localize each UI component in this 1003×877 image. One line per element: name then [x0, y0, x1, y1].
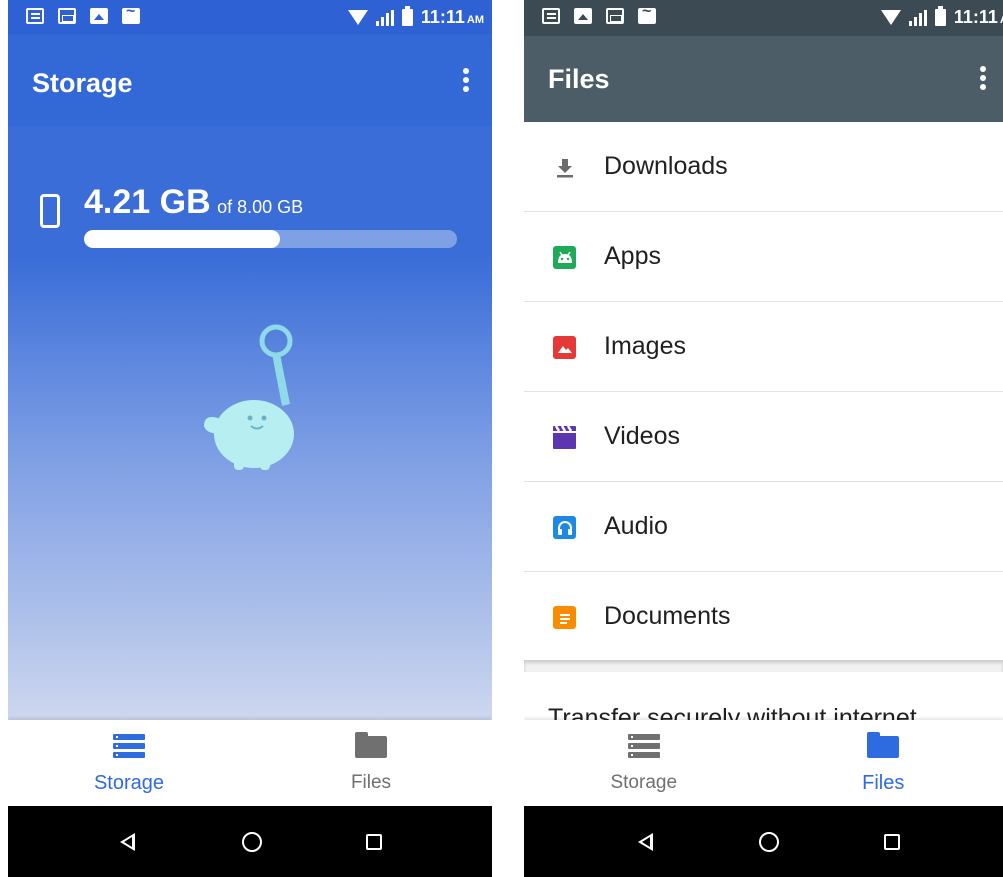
document-icon	[553, 606, 576, 629]
storage-summary: 4.21 GB of 8.00 GB	[8, 126, 492, 720]
system-navigation-bar	[524, 806, 1003, 877]
app-bar: Storage	[8, 34, 492, 126]
notification-icon	[26, 8, 44, 24]
home-icon[interactable]	[759, 832, 779, 852]
overflow-menu-icon[interactable]	[977, 66, 989, 94]
nav-storage-label: Storage	[93, 772, 165, 794]
storage-progress-fill	[84, 230, 281, 248]
phone-icon	[40, 194, 60, 228]
android-icon	[553, 246, 576, 269]
activity-icon	[122, 3, 140, 24]
folder-icon	[867, 732, 900, 758]
headphones-icon	[553, 516, 576, 539]
folder-icon	[355, 732, 387, 758]
bottom-navigation: Storage Files	[524, 720, 1003, 806]
nav-files[interactable]: Files	[764, 720, 1003, 806]
section-divider	[524, 660, 1003, 672]
image-icon	[553, 336, 576, 359]
status-bar: 11:11AM	[524, 0, 1003, 36]
sd-card-icon	[58, 8, 76, 24]
battery-icon	[934, 6, 946, 26]
back-icon[interactable]	[638, 833, 653, 851]
nav-files[interactable]: Files	[250, 720, 492, 806]
bottom-navigation: Storage Files	[8, 720, 492, 806]
nav-storage[interactable]: Storage	[8, 720, 250, 806]
wifi-icon	[880, 10, 901, 25]
category-downloads[interactable]: Downloads	[524, 122, 1003, 212]
download-icon	[553, 156, 576, 179]
battery-icon	[401, 6, 413, 26]
storage-progress-bar	[84, 230, 457, 248]
signal-icon	[375, 9, 394, 26]
used-storage: 4.21 GB	[84, 183, 211, 221]
nav-files-label: Files	[862, 772, 905, 794]
mascot-illustration	[204, 324, 294, 470]
image-notification-icon	[574, 8, 592, 24]
category-images[interactable]: Images	[524, 302, 1003, 392]
nav-files-label: Files	[350, 772, 392, 793]
total-storage: of 8.00 GB	[217, 197, 304, 217]
storage-icon	[627, 734, 660, 758]
recent-apps-icon[interactable]	[366, 834, 382, 850]
signal-icon	[908, 9, 927, 26]
transfer-section-title[interactable]: Transfer securely without internet	[548, 704, 917, 720]
sd-card-icon	[606, 8, 624, 24]
page-title: Files	[548, 64, 610, 94]
file-category-list: Downloads Apps Images Videos Audio Docum…	[524, 122, 1003, 720]
nav-storage-label: Storage	[610, 772, 678, 793]
home-icon[interactable]	[242, 832, 262, 852]
overflow-menu-icon[interactable]	[460, 68, 472, 96]
app-bar: Files	[524, 36, 1003, 122]
files-screen: 11:11AM Files Downloads Apps Images	[524, 0, 1003, 877]
page-title: Storage	[32, 68, 133, 98]
clapperboard-icon	[553, 426, 576, 449]
storage-screen: 11:11AM Storage 4.21 GB of 8.00 GB	[8, 0, 492, 877]
status-clock: 11:11AM	[953, 7, 1003, 27]
image-notification-icon	[90, 8, 108, 24]
nav-storage[interactable]: Storage	[524, 720, 764, 806]
storage-usage: 4.21 GB of 8.00 GB	[84, 183, 303, 222]
recent-apps-icon[interactable]	[884, 834, 900, 850]
category-documents[interactable]: Documents	[524, 572, 1003, 662]
activity-icon	[638, 3, 656, 24]
storage-icon	[113, 734, 145, 758]
system-navigation-bar	[8, 806, 492, 877]
notification-icon	[542, 8, 560, 24]
status-clock: 11:11AM	[420, 7, 484, 27]
back-icon[interactable]	[120, 833, 135, 851]
category-videos[interactable]: Videos	[524, 392, 1003, 482]
category-audio[interactable]: Audio	[524, 482, 1003, 572]
wifi-icon	[347, 10, 368, 25]
category-apps[interactable]: Apps	[524, 212, 1003, 302]
status-bar: 11:11AM	[8, 0, 492, 34]
